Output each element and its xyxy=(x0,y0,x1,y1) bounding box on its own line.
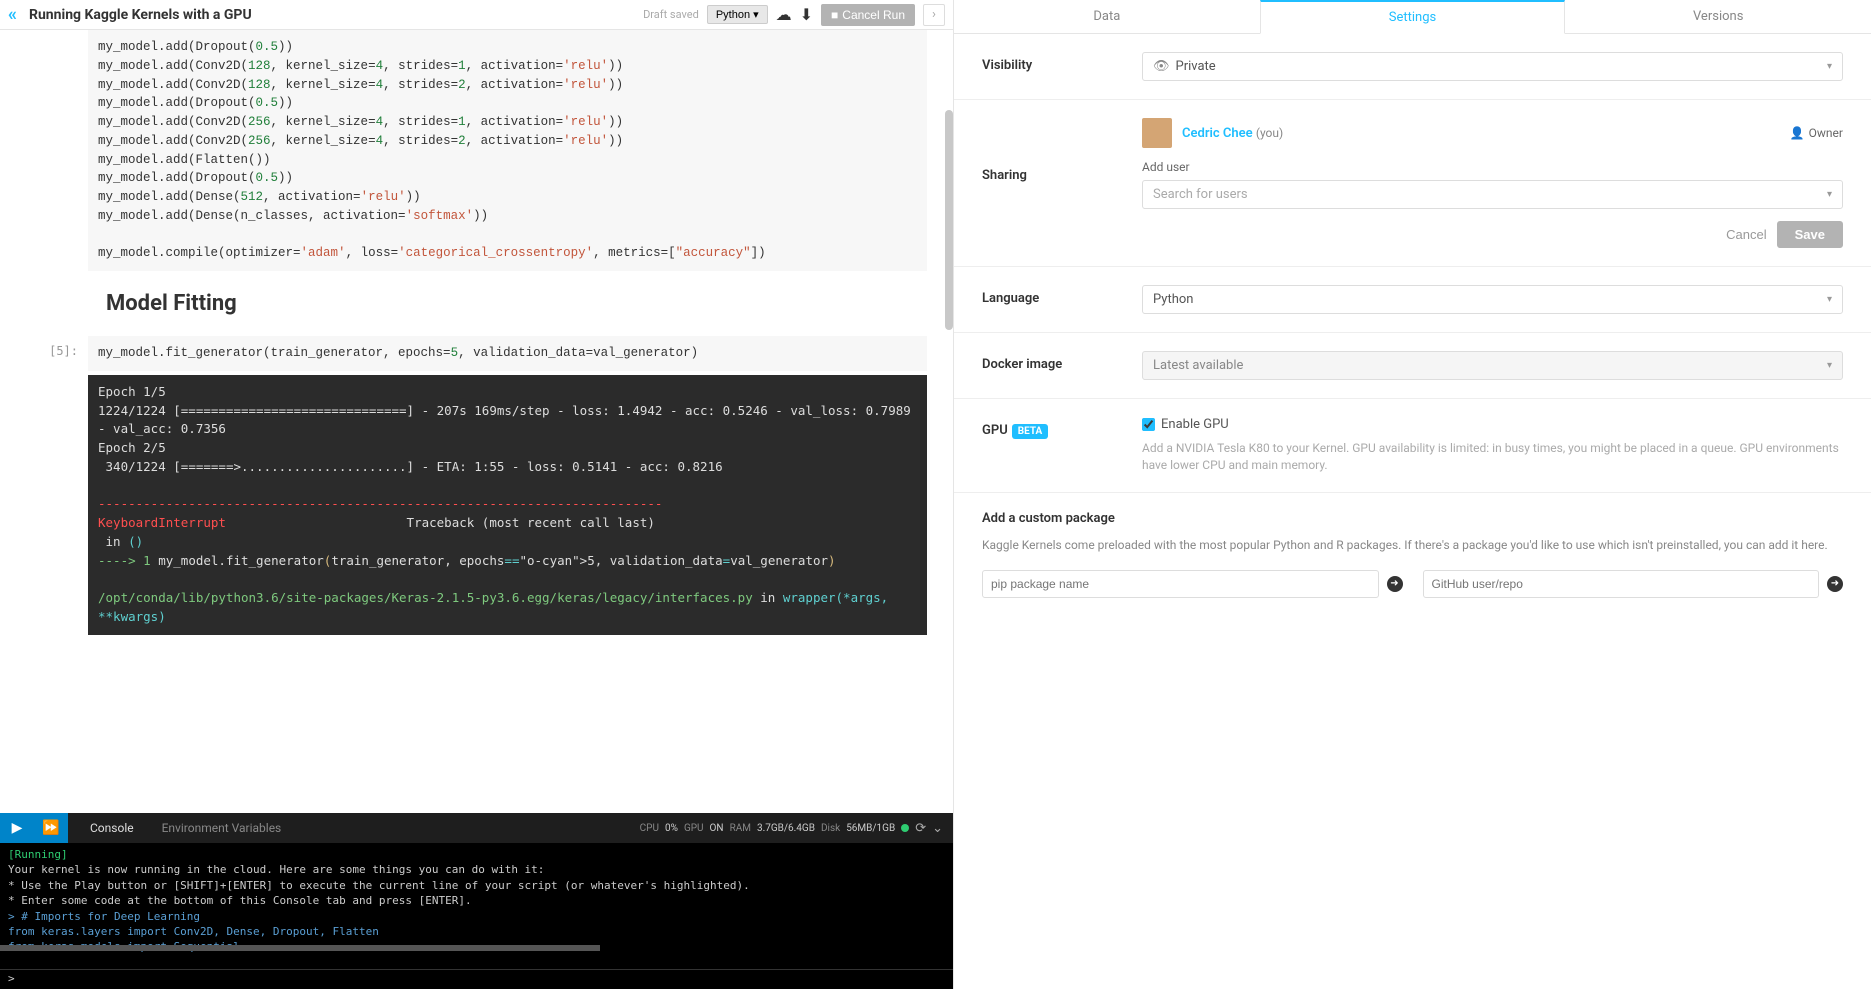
cloud-download-icon[interactable]: ⬇ xyxy=(800,5,813,24)
draft-saved-label: Draft saved xyxy=(643,8,699,21)
user-search-input[interactable]: Search for users ▾ xyxy=(1142,180,1843,209)
add-github-button[interactable]: ➜ xyxy=(1827,576,1843,592)
enable-gpu-checkbox[interactable] xyxy=(1142,418,1155,431)
page-title: Running Kaggle Kernels with a GPU xyxy=(29,7,635,23)
pkg-title: Add a custom package xyxy=(982,511,1843,526)
language-select[interactable]: Python ▾ xyxy=(1142,285,1843,314)
github-repo-input[interactable] xyxy=(1423,570,1820,598)
language-label: Language xyxy=(982,285,1142,306)
tab-versions[interactable]: Versions xyxy=(1565,0,1871,33)
setting-language: Language Python ▾ xyxy=(954,267,1871,333)
tab-console[interactable]: Console xyxy=(76,813,148,843)
visibility-dropdown[interactable]: 👁Private ▾ xyxy=(1142,52,1843,81)
code-body[interactable]: my_model.add(Dropout(0.5)) my_model.add(… xyxy=(88,30,927,271)
forward-button[interactable]: › xyxy=(923,4,945,26)
chevron-down-icon: ▾ xyxy=(1827,189,1832,200)
beta-badge: BETA xyxy=(1012,424,1049,439)
eye-slash-icon: 👁 xyxy=(1153,59,1170,74)
console-output[interactable]: [Running]Your kernel is now running in t… xyxy=(0,843,953,969)
chevron-down-icon: ▾ xyxy=(1827,61,1832,72)
code-cell[interactable]: [5]: my_model.fit_generator(train_genera… xyxy=(18,336,953,371)
pip-package-input[interactable] xyxy=(982,570,1379,598)
gpu-label: GPUBETA xyxy=(982,417,1142,438)
cell-prompt xyxy=(18,30,88,271)
setting-docker: Docker image Latest available ▾ xyxy=(954,333,1871,399)
setting-sharing: Sharing Cedric Chee (you) 👤Owner Add use… xyxy=(954,100,1871,267)
chevron-down-icon: ▾ xyxy=(1827,360,1832,371)
docker-select[interactable]: Latest available ▾ xyxy=(1142,351,1843,380)
user-name-link[interactable]: Cedric Chee xyxy=(1182,126,1253,141)
code-cell[interactable]: my_model.add(Dropout(0.5)) my_model.add(… xyxy=(18,30,953,271)
visibility-label: Visibility xyxy=(982,52,1142,73)
cell-prompt: [5]: xyxy=(18,336,88,371)
md-heading: Model Fitting xyxy=(106,291,953,316)
output-body: Epoch 1/5 1224/1224 [===================… xyxy=(88,375,927,635)
language-dropdown[interactable]: Python ▾ xyxy=(707,5,768,24)
cloud-upload-icon[interactable]: ☁ xyxy=(776,5,792,24)
user-icon: 👤 xyxy=(1790,126,1805,140)
reload-icon[interactable]: ⟳ xyxy=(915,821,926,836)
settings-tabs: Data Settings Versions xyxy=(954,0,1871,34)
setting-gpu: GPUBETA Enable GPU Add a NVIDIA Tesla K8… xyxy=(954,399,1871,493)
tab-environment-variables[interactable]: Environment Variables xyxy=(148,813,296,843)
pkg-description: Kaggle Kernels come preloaded with the m… xyxy=(982,536,1843,554)
save-button[interactable]: Save xyxy=(1777,221,1843,248)
collaborator-row: Cedric Chee (you) 👤Owner xyxy=(1142,118,1843,148)
chevron-down-icon: ▾ xyxy=(1827,294,1832,305)
run-button[interactable]: ▶ xyxy=(0,813,34,843)
notebook-area[interactable]: my_model.add(Dropout(0.5)) my_model.add(… xyxy=(0,30,953,813)
console-bar: ▶ ⏩ Console Environment Variables CPU0% … xyxy=(0,813,953,843)
code-body[interactable]: my_model.fit_generator(train_generator, … xyxy=(88,336,927,371)
output-cell: Epoch 1/5 1224/1224 [===================… xyxy=(18,375,953,635)
setting-visibility: Visibility 👁Private ▾ xyxy=(954,34,1871,100)
chevron-down-icon[interactable]: ⌄ xyxy=(932,821,943,836)
cancel-button[interactable]: Cancel xyxy=(1726,221,1766,248)
console-input[interactable]: > xyxy=(0,969,953,989)
add-pip-button[interactable]: ➜ xyxy=(1387,576,1403,592)
cancel-run-button[interactable]: ■Cancel Run xyxy=(821,4,915,26)
docker-label: Docker image xyxy=(982,351,1142,372)
tab-settings[interactable]: Settings xyxy=(1260,0,1566,34)
stop-icon: ■ xyxy=(831,8,838,22)
add-user-label: Add user xyxy=(1142,160,1843,174)
header: « Running Kaggle Kernels with a GPU Draf… xyxy=(0,0,953,30)
resource-stats: CPU0% GPUON RAM3.7GB/6.4GB Disk56MB/1GB … xyxy=(640,821,953,836)
avatar xyxy=(1142,118,1172,148)
gpu-description: Add a NVIDIA Tesla K80 to your Kernel. G… xyxy=(1142,440,1843,474)
enable-gpu-label: Enable GPU xyxy=(1161,417,1229,432)
tab-data[interactable]: Data xyxy=(954,0,1260,33)
owner-badge: 👤Owner xyxy=(1790,126,1843,140)
console-scrollbar[interactable] xyxy=(0,945,600,951)
status-dot-icon xyxy=(901,824,909,832)
custom-package-section: Add a custom package Kaggle Kernels come… xyxy=(954,493,1871,616)
scrollbar[interactable] xyxy=(945,110,953,330)
sharing-label: Sharing xyxy=(982,118,1142,183)
collapse-sidebar-icon[interactable]: « xyxy=(8,4,17,25)
markdown-cell[interactable]: Model Fitting xyxy=(18,275,953,336)
run-all-button[interactable]: ⏩ xyxy=(34,813,68,843)
